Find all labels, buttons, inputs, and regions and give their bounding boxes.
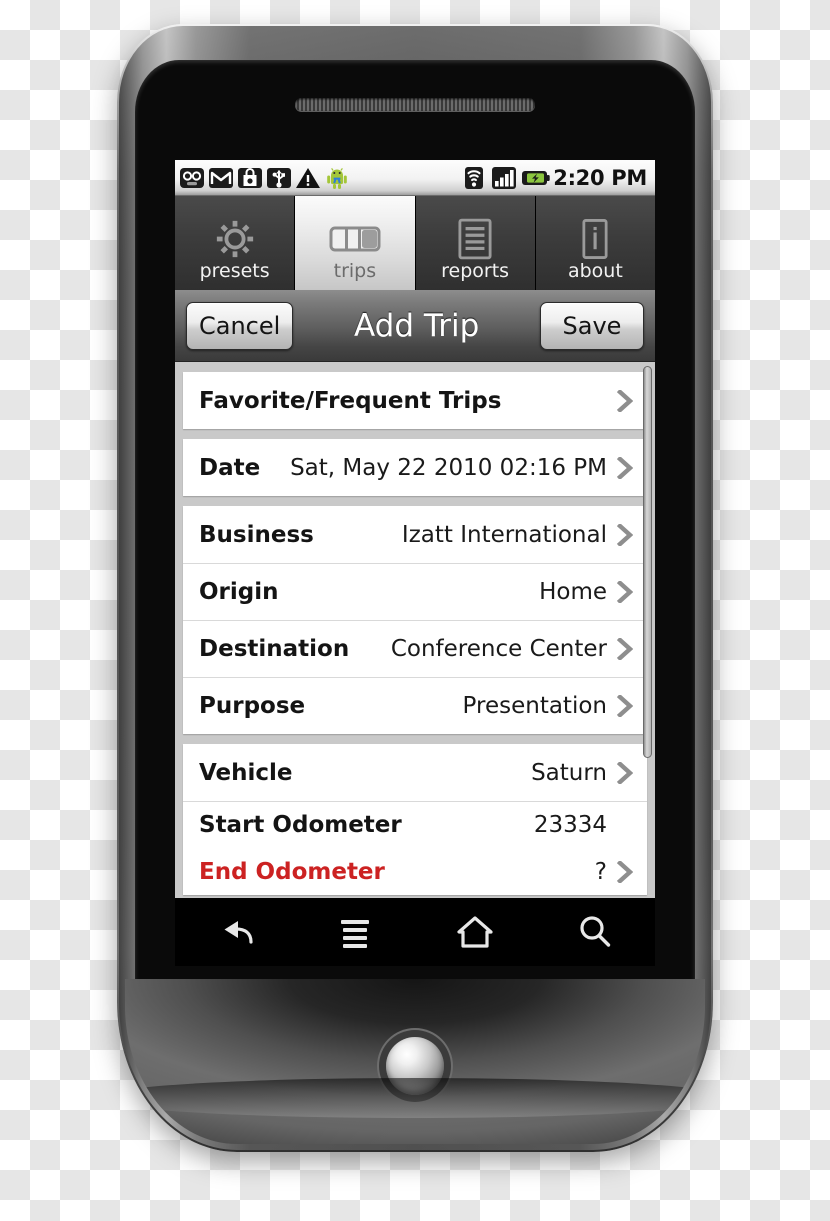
trackball-button[interactable] <box>386 1037 444 1095</box>
list-item-end-odometer[interactable]: End Odometer ? <box>183 848 647 895</box>
list-group-date: Date Sat, May 22 2010 02:16 PM <box>183 439 647 496</box>
list-item-origin[interactable]: Origin Home <box>183 563 647 620</box>
title-bar: Cancel Add Trip Save <box>175 290 655 362</box>
chevron-right-icon <box>617 695 633 717</box>
trips-icon <box>329 216 381 262</box>
row-label: Favorite/Frequent Trips <box>199 387 502 414</box>
tab-label: trips <box>333 260 377 282</box>
status-bar-left-icons <box>179 165 350 191</box>
chevron-right-icon <box>617 860 633 883</box>
gmail-icon <box>208 165 234 191</box>
chevron-right-icon <box>617 523 633 546</box>
row-label: Origin <box>199 579 279 605</box>
usb-icon <box>266 165 292 191</box>
menu-icon[interactable] <box>327 909 383 955</box>
tab-about[interactable]: about <box>535 196 655 290</box>
trip-form-list-inner: Favorite/Frequent Trips Date Sat, May 22… <box>175 372 655 895</box>
soft-key-bar <box>175 898 655 966</box>
chevron-right-icon <box>617 389 633 412</box>
list-item-vehicle[interactable]: Vehicle Saturn <box>183 744 647 801</box>
signal-bars-icon <box>491 165 517 191</box>
tab-label: about <box>567 260 623 282</box>
row-value: ? <box>594 858 607 885</box>
trip-form-list[interactable]: Favorite/Frequent Trips Date Sat, May 22… <box>175 362 655 966</box>
row-label: Purpose <box>199 693 306 719</box>
list-item-start-odometer[interactable]: Start Odometer 23334 <box>183 801 647 848</box>
row-value: 23334 <box>533 812 607 838</box>
battery-charging-icon <box>521 165 550 191</box>
chevron-right-icon <box>617 456 633 479</box>
tab-presets[interactable]: presets <box>175 196 296 290</box>
earpiece-speaker <box>295 98 535 111</box>
list-group-favorites: Favorite/Frequent Trips <box>183 372 647 429</box>
scrollbar-thumb[interactable] <box>643 366 652 758</box>
document-lines-icon <box>458 216 492 262</box>
android-robot-icon <box>324 165 350 191</box>
info-icon <box>582 216 608 262</box>
list-item-favorite-trips[interactable]: Favorite/Frequent Trips <box>183 372 647 429</box>
row-label: Vehicle <box>199 759 293 786</box>
row-label: Destination <box>199 636 350 662</box>
market-bag-icon <box>237 165 263 191</box>
row-value: Conference Center <box>390 636 607 662</box>
phone-bottom-bezel <box>125 979 705 1144</box>
chevron-right-icon <box>617 761 633 784</box>
tab-label: presets <box>199 260 270 282</box>
row-label: End Odometer <box>199 858 385 885</box>
tab-reports[interactable]: reports <box>415 196 536 290</box>
row-value: Sat, May 22 2010 02:16 PM <box>290 454 607 481</box>
home-icon[interactable] <box>447 909 503 955</box>
list-item-date[interactable]: Date Sat, May 22 2010 02:16 PM <box>183 439 647 496</box>
warning-icon <box>295 165 321 191</box>
row-label: Date <box>199 454 261 481</box>
tab-trips[interactable]: trips <box>295 196 416 290</box>
list-group-vehicle: Vehicle Saturn Start Odometer 23334 End … <box>183 744 647 895</box>
cancel-button[interactable]: Cancel <box>186 301 294 350</box>
list-item-business[interactable]: Business Izatt International <box>183 506 647 563</box>
voicemail-icon <box>179 165 205 191</box>
row-value: Izatt International <box>401 521 607 548</box>
page-title: Add Trip <box>354 307 480 344</box>
row-value: Saturn <box>531 759 607 786</box>
status-bar: 2:20 PM <box>175 160 655 196</box>
search-icon[interactable] <box>567 909 623 955</box>
row-label: Start Odometer <box>199 812 402 838</box>
phone-screen: 2:20 PM presets trips reports about Canc… <box>175 160 655 966</box>
row-value: Presentation <box>462 693 607 719</box>
save-button[interactable]: Save <box>539 301 644 350</box>
chevron-right-icon <box>617 638 633 660</box>
back-icon[interactable] <box>207 909 263 955</box>
chevron-right-icon <box>617 581 633 603</box>
wifi-icon <box>461 165 487 191</box>
row-label: Business <box>199 521 314 548</box>
list-item-purpose[interactable]: Purpose Presentation <box>183 677 647 734</box>
tab-bar: presets trips reports about <box>175 196 655 290</box>
list-item-destination[interactable]: Destination Conference Center <box>183 620 647 677</box>
tab-label: reports <box>441 260 510 282</box>
status-bar-clock: 2:20 PM <box>553 165 647 190</box>
gear-icon <box>214 216 256 262</box>
list-group-trip-details: Business Izatt International Origin Home <box>183 506 647 734</box>
row-value: Home <box>539 579 607 605</box>
status-bar-right-icons: 2:20 PM <box>461 165 651 191</box>
phone-device: 2:20 PM presets trips reports about Canc… <box>117 24 713 1152</box>
